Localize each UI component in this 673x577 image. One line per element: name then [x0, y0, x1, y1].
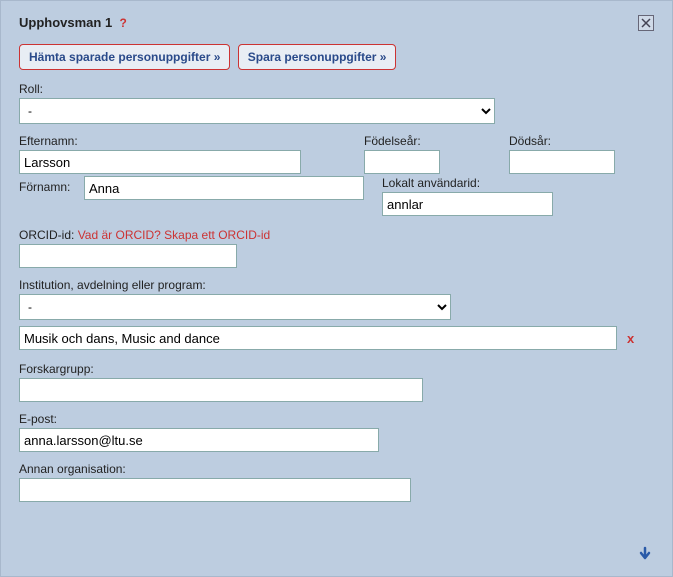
- close-button[interactable]: [638, 15, 654, 31]
- forskargrupp-label: Forskargrupp:: [19, 362, 654, 376]
- dodsar-label: Dödsår:: [509, 134, 654, 148]
- annan-label: Annan organisation:: [19, 462, 654, 476]
- roll-select[interactable]: -: [19, 98, 495, 124]
- forskargrupp-input[interactable]: [19, 378, 423, 402]
- arrow-down-icon: [638, 546, 652, 560]
- institution-label: Institution, avdelning eller program:: [19, 278, 654, 292]
- help-icon[interactable]: ?: [120, 16, 127, 30]
- roll-label: Roll:: [19, 82, 654, 96]
- scroll-down-button[interactable]: [636, 544, 654, 562]
- annan-input[interactable]: [19, 478, 411, 502]
- institution-select[interactable]: -: [19, 294, 451, 320]
- orcid-label: ORCID-id: Vad är ORCID? Skapa ett ORCID-…: [19, 228, 654, 242]
- efternamn-input[interactable]: [19, 150, 301, 174]
- fodelseaar-label: Födelseår:: [364, 134, 509, 148]
- save-person-button[interactable]: Spara personuppgifter »: [238, 44, 397, 70]
- epost-input[interactable]: [19, 428, 379, 452]
- lokalt-input[interactable]: [382, 192, 553, 216]
- fetch-saved-button[interactable]: Hämta sparade personuppgifter »: [19, 44, 230, 70]
- fornamn-input[interactable]: [84, 176, 364, 200]
- remove-institution-button[interactable]: x: [627, 331, 634, 346]
- orcid-help-link[interactable]: Vad är ORCID? Skapa ett ORCID-id: [78, 228, 271, 242]
- orcid-input[interactable]: [19, 244, 237, 268]
- panel-title: Upphovsman 1: [19, 15, 112, 30]
- close-icon: [641, 18, 651, 28]
- lokalt-label: Lokalt användarid:: [382, 176, 582, 190]
- chosen-institution-input[interactable]: [19, 326, 617, 350]
- fodelseaar-input[interactable]: [364, 150, 440, 174]
- epost-label: E-post:: [19, 412, 654, 426]
- dodsar-input[interactable]: [509, 150, 615, 174]
- efternamn-label: Efternamn:: [19, 134, 364, 148]
- fornamn-label: Förnamn:: [19, 180, 84, 194]
- author-panel: Upphovsman 1 ? Hämta sparade personuppgi…: [0, 0, 673, 577]
